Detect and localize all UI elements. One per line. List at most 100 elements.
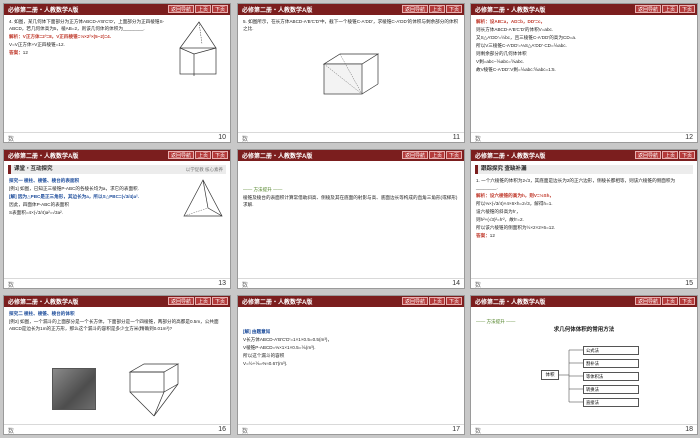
- diagram-node: 等体积法: [583, 372, 639, 381]
- slide-number: 13: [218, 280, 226, 287]
- solution-line: 则剩余部分的几何体体积: [476, 51, 527, 56]
- slide-body: 解析：设AB=a，AD=b，DD′=c， 则长方体ABCD-A′B′C′D′的体…: [476, 18, 692, 74]
- slide-10[interactable]: 必修第二册・人教数学A版 返回导航 上页 下页 4. 如图，某几何体下面部分为正…: [3, 3, 231, 143]
- diagram-node: 割补法: [583, 359, 639, 368]
- slide-footer: 数 16: [4, 424, 230, 434]
- footer-mark: 数: [242, 283, 249, 289]
- funnel-photo: [52, 368, 96, 410]
- slide-body: —— 方法提升 —— 棱锥及棱台的表面积计算常借助斜高、侧棱及其在底面的射影与高…: [243, 186, 459, 209]
- footer-mark: 数: [8, 137, 15, 143]
- solution-line: [解] 由题意知: [243, 329, 271, 334]
- slide-header: 必修第二册・人教数学A版 返回导航 上页 下页: [4, 296, 230, 307]
- solution-line: 所以V三棱锥C-A′DD′=⅓S△A′DD′·CD=⅙abc.: [476, 43, 567, 48]
- back-nav-button[interactable]: 返回导航: [167, 5, 194, 13]
- footer-mark: 数: [475, 137, 482, 143]
- solution-line: V=½+⅙=⅔≈0.67(m³).: [243, 361, 288, 366]
- solution-line: 所以这个漏斗的容积: [243, 353, 285, 358]
- back-nav-button[interactable]: 返回导航: [167, 151, 194, 159]
- slide-15[interactable]: 必修第二册・人教数学A版 返回导航 上页 下页 跟踪探究 查缺补漏 1. 一个六…: [470, 149, 698, 289]
- next-page-button[interactable]: 下页: [445, 151, 462, 159]
- slide-footer: 数 11: [238, 132, 464, 142]
- prev-page-button[interactable]: 上页: [428, 5, 445, 13]
- prev-page-button[interactable]: 上页: [661, 5, 678, 13]
- funnel-figure: [128, 363, 180, 417]
- solution-line: [解] 因为△PBC是正三角形，其边长为a，所以S△PBC=(√3/4)a².: [9, 194, 139, 199]
- slide-header: 必修第二册・人教数学A版 返回导航 上页 下页: [4, 4, 230, 15]
- prev-page-button[interactable]: 上页: [194, 5, 211, 13]
- prev-page-button[interactable]: 上页: [428, 151, 445, 159]
- next-page-button[interactable]: 下页: [211, 297, 228, 305]
- slide-18[interactable]: 必修第二册・人教数学A版 返回导航 上页 下页 —— 方法提升 —— 求几何体体…: [470, 295, 698, 435]
- slide-body: 5. 如图所示，在长方体ABCD-A′B′C′D′中，截下一个棱锥C-A′DD′…: [243, 18, 459, 33]
- slide-number: 18: [685, 426, 693, 433]
- back-nav-button[interactable]: 返回导航: [401, 151, 428, 159]
- slide-11[interactable]: 必修第二册・人教数学A版 返回导航 上页 下页 5. 如图所示，在长方体ABCD…: [237, 3, 465, 143]
- slide-grid: 必修第二册・人教数学A版 返回导航 上页 下页 4. 如图，某几何体下面部分为正…: [0, 0, 700, 438]
- section-side-note: 以学促教 核心素养: [185, 167, 223, 172]
- diagram-connectors: [559, 349, 583, 403]
- next-page-button[interactable]: 下页: [678, 151, 695, 159]
- back-nav-button[interactable]: 返回导航: [634, 297, 661, 305]
- next-page-button[interactable]: 下页: [211, 151, 228, 159]
- section-banner: 跟踪探究 查缺补漏: [475, 165, 693, 174]
- slide-header: 必修第二册・人教数学A版 返回导航 上页 下页: [471, 150, 697, 161]
- book-title: 必修第二册・人教数学A版: [475, 8, 546, 14]
- footer-mark: 数: [8, 283, 15, 289]
- back-nav-button[interactable]: 返回导航: [167, 297, 194, 305]
- answer-value: 12: [489, 233, 495, 238]
- slide-12[interactable]: 必修第二册・人教数学A版 返回导航 上页 下页 解析：设AB=a，AD=b，DD…: [470, 3, 698, 143]
- back-nav-button[interactable]: 返回导航: [401, 297, 428, 305]
- prev-page-button[interactable]: 上页: [661, 151, 678, 159]
- prev-page-button[interactable]: 上页: [428, 297, 445, 305]
- prev-page-button[interactable]: 上页: [661, 297, 678, 305]
- slide-footer: 数 13: [4, 278, 230, 288]
- back-nav-button[interactable]: 返回导航: [634, 151, 661, 159]
- back-nav-button[interactable]: 返回导航: [634, 5, 661, 13]
- solution-line: 解析：V正方体=2³=8，V正四棱锥=⅓×2²×(5−2)=4.: [9, 34, 111, 39]
- problem-text: 4. 如图，某几何体下面部分为正方体ABCD-A′B′C′D′，上面部分为正四棱…: [9, 19, 165, 31]
- slide-number: 10: [218, 134, 226, 141]
- solution-line: 则h²+(√3)²=h′²，故h′=2.: [476, 217, 524, 222]
- solution-line: S表面积=4×(√3/4)a²=√3a².: [9, 210, 63, 215]
- diagram-title: 求几何体体积的常用方法: [553, 327, 615, 333]
- back-nav-button[interactable]: 返回导航: [401, 5, 428, 13]
- slide-13[interactable]: 必修第二册・人教数学A版 返回导航 上页 下页 课堂・互动探究 以学促教 核心素…: [3, 149, 231, 289]
- cuboid-figure: [322, 53, 380, 95]
- slide-body: 探究二 棱柱、棱锥、棱台的体积 [例2] 如图，一个漏斗的上面部分是一个长方体，…: [9, 310, 225, 333]
- book-title: 必修第二册・人教数学A版: [8, 8, 79, 14]
- solution-line: 故V棱锥C-A′DD′∶V剩=⅙abc∶⅚abc=1∶5.: [476, 67, 556, 72]
- next-page-button[interactable]: 下页: [445, 5, 462, 13]
- footer-mark: 数: [475, 429, 482, 435]
- next-page-button[interactable]: 下页: [678, 5, 695, 13]
- topic-heading: 探究一 棱柱、棱锥、棱台的表面积: [9, 178, 80, 183]
- prev-page-button[interactable]: 上页: [194, 151, 211, 159]
- book-title: 必修第二册・人教数学A版: [8, 300, 79, 306]
- slide-header: 必修第二册・人教数学A版 返回导航 上页 下页: [238, 150, 464, 161]
- next-page-button[interactable]: 下页: [678, 297, 695, 305]
- slide-number: 11: [452, 134, 460, 141]
- slide-16[interactable]: 必修第二册・人教数学A版 返回导航 上页 下页 探究二 棱柱、棱锥、棱台的体积 …: [3, 295, 231, 435]
- slide-number: 16: [218, 426, 226, 433]
- problem-text: 5. 如图所示，在长方体ABCD-A′B′C′D′中，截下一个棱锥C-A′DD′…: [243, 19, 459, 31]
- slide-14[interactable]: 必修第二册・人教数学A版 返回导航 上页 下页 —— 方法提升 —— 棱锥及棱台…: [237, 149, 465, 289]
- slide-header: 必修第二册・人教数学A版 返回导航 上页 下页: [471, 4, 697, 15]
- solution-line: 因此，四面体P-ABC的表面积: [9, 202, 69, 207]
- example-text: [例1] 如图，已知正三棱锥P-ABC的各棱长均为a，求它的表面积.: [9, 186, 139, 191]
- slide-header: 必修第二册・人教数学A版 返回导航 上页 下页: [471, 296, 697, 307]
- slide-body: 探究一 棱柱、棱锥、棱台的表面积 [例1] 如图，已知正三棱锥P-ABC的各棱长…: [9, 177, 174, 217]
- slide-number: 14: [452, 280, 460, 287]
- next-page-button[interactable]: 下页: [445, 297, 462, 305]
- solution-line: V长方体ABCD-A′B′C′D′=1×1×0.5=0.5(m³)，: [243, 337, 332, 342]
- next-page-button[interactable]: 下页: [211, 5, 228, 13]
- slide-17[interactable]: 必修第二册・人教数学A版 返回导航 上页 下页 [解] 由题意知 V长方体ABC…: [237, 295, 465, 435]
- prev-page-button[interactable]: 上页: [194, 297, 211, 305]
- method-heading: —— 方法提升 ——: [476, 319, 516, 324]
- pyramid-cube-figure: [179, 21, 217, 76]
- tetrahedron-figure: [183, 179, 223, 217]
- solution-line: V剩=abc−⅙abc=⅚abc.: [476, 59, 525, 64]
- slide-footer: 数 17: [238, 424, 464, 434]
- slide-number: 15: [685, 280, 693, 287]
- slide-footer: 数 15: [471, 278, 697, 288]
- section-title: 课堂・互动探究: [14, 166, 53, 172]
- diagram-center-node: 体积: [541, 370, 559, 380]
